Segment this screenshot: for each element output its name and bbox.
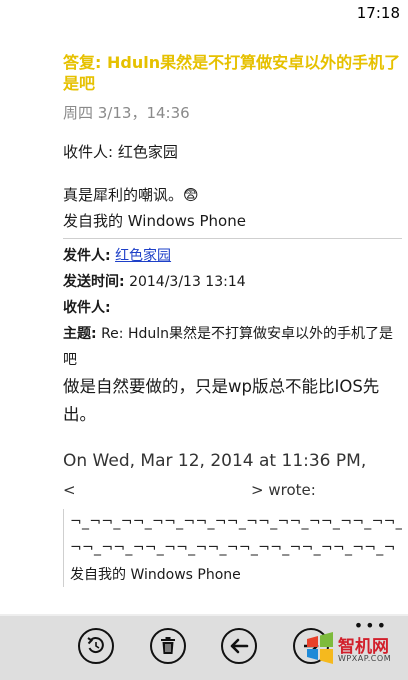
earlier-wrote-line: < > wrote: — [63, 481, 402, 501]
message-view: 答复: Hduln果然是不打算做安卓以外的手机了是吧 周四 3/13，14:36… — [63, 52, 402, 587]
message-recipient: 收件人: 红色家园 — [63, 143, 178, 161]
quoted-from: 发件人: 红色家园 — [63, 243, 402, 269]
quoted-subject-value: Re: Hduln果然是不打算做安卓以外的手机了是吧 — [63, 326, 393, 368]
quoted-body: 做是自然要做的，只是wp版总不能比IOS先出。 — [63, 377, 380, 424]
earlier-signature: 发自我的 Windows Phone — [70, 567, 241, 583]
earlier-email-open: < — [63, 481, 76, 499]
earlier-text-line: ¬¬_¬¬_¬¬_¬¬_¬¬_¬¬_¬¬_¬¬_¬¬_¬¬_¬ — [70, 540, 396, 556]
quoted-subject: 主题: Re: Hduln果然是不打算做安卓以外的手机了是吧 — [63, 321, 402, 373]
reply-button[interactable] — [78, 628, 114, 664]
reply-icon — [87, 637, 104, 654]
quoted-sent: 发送时间: 2014/3/13 13:14 — [63, 269, 402, 295]
delete-icon — [161, 637, 175, 654]
back-arrow-icon — [230, 638, 249, 654]
watermark-url: WPXAP.COM — [338, 654, 392, 663]
quoted-sent-label: 发送时间: — [63, 274, 125, 290]
quote-divider — [63, 238, 402, 239]
delete-button[interactable] — [150, 628, 186, 664]
message-date: 周四 3/13，14:36 — [63, 104, 190, 122]
quoted-from-link[interactable]: 红色家园 — [115, 248, 171, 264]
status-bar-time: 17:18 — [356, 4, 400, 22]
earlier-text-line: ¬_¬¬_¬¬_¬¬_¬¬_¬¬_¬¬_¬¬_¬¬_¬¬_¬¬_¬¬_¬¬_ — [70, 514, 402, 530]
back-button[interactable] — [221, 628, 257, 664]
earlier-blockquote: ¬_¬¬_¬¬_¬¬_¬¬_¬¬_¬¬_¬¬_¬¬_¬¬_¬¬_¬¬_¬¬_ ¬… — [63, 509, 402, 587]
earlier-wrote: > wrote: — [251, 481, 316, 499]
quoted-subject-label: 主题: — [63, 326, 97, 342]
quoted-from-label: 发件人: — [63, 248, 111, 264]
quoted-to-label: 收件人: — [63, 300, 111, 316]
message-subject: 答复: Hduln果然是不打算做安卓以外的手机了是吧 — [63, 53, 401, 93]
quoted-sent-value: 2014/3/13 13:14 — [129, 274, 246, 290]
message-signature: 发自我的 Windows Phone — [63, 212, 246, 230]
quoted-to: 收件人: — [63, 295, 402, 321]
earlier-message-intro: On Wed, Mar 12, 2014 at 11:36 PM, — [63, 451, 367, 471]
app-bar: ••• 智机网 WPXAP.COM — [0, 616, 408, 680]
message-body-line: 真是犀利的嘲讽。😨 — [63, 186, 199, 204]
watermark-logo: 智机网 WPXAP.COM — [304, 630, 396, 670]
windows-flag-icon — [307, 632, 333, 664]
